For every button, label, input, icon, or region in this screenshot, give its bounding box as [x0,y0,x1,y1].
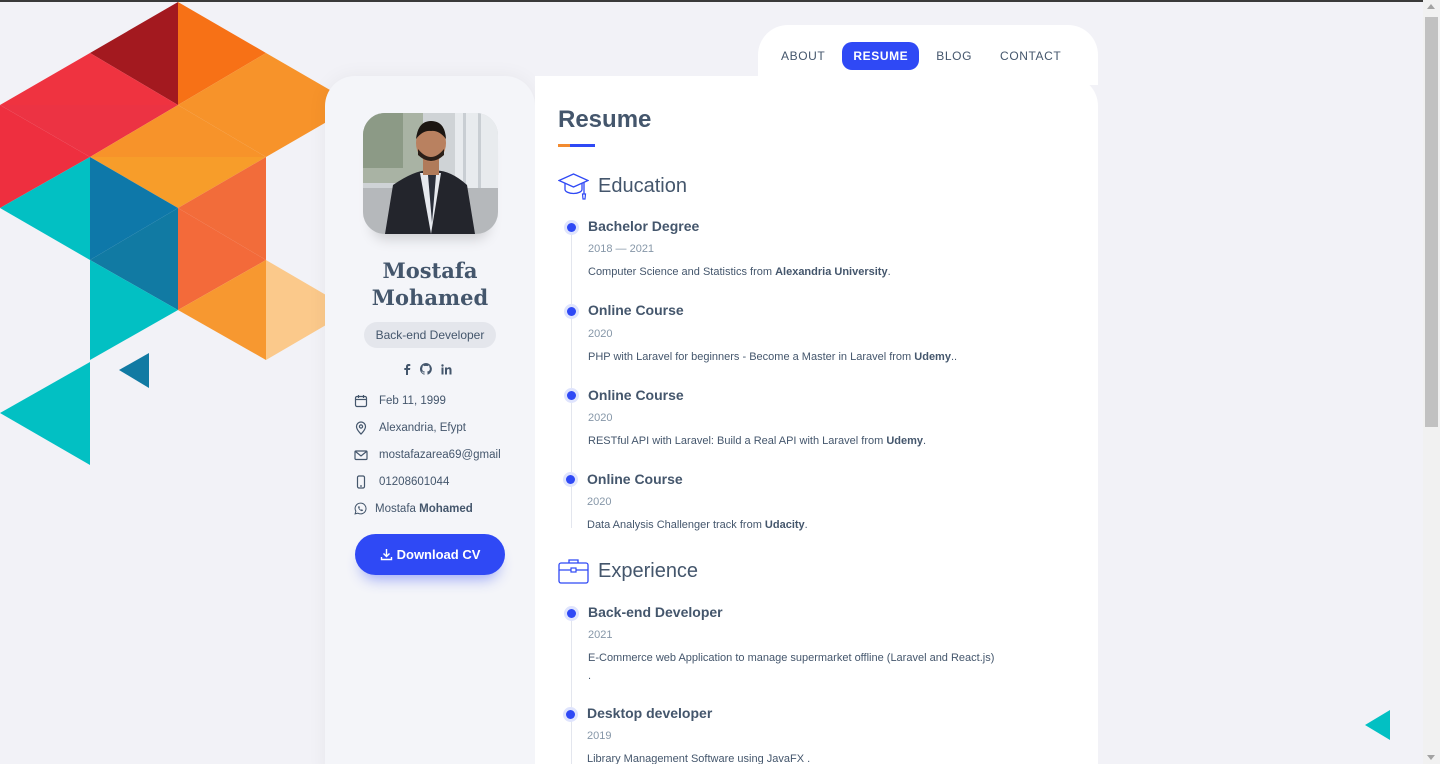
title-underline [558,144,595,147]
scrollbar-thumb[interactable] [1425,17,1438,427]
experience-heading: Experience [558,557,698,585]
experience-heading-text: Experience [598,559,699,582]
download-cv-button[interactable]: Download CV [355,534,505,575]
education-date: 2020 [588,328,613,340]
mail-icon [354,450,368,461]
phone-row: 01208601044 [354,475,449,489]
email-text[interactable]: mostafazarea69@gmail [379,449,501,461]
location-row: Alexandria, Efypt [354,421,466,435]
nav-blog[interactable]: BLOG [925,42,983,70]
education-title: Online Course [588,302,684,318]
experience-timeline-line [571,614,572,764]
scroll-up-arrow-icon[interactable] [1427,4,1435,9]
download-cv-label: Download CV [396,547,481,562]
birthday-text: Feb 11, 1999 [379,395,446,407]
page-scrollbar[interactable] [1423,0,1440,764]
facebook-icon[interactable] [403,363,411,375]
experience-title: Desktop developer [587,705,713,721]
nav-contact[interactable]: CONTACT [989,42,1072,70]
nav-about[interactable]: ABOUT [770,42,836,70]
phone-icon [356,475,366,489]
experience-title: Back-end Developer [588,604,723,620]
github-icon[interactable] [420,363,432,375]
download-icon [380,549,392,561]
timeline-dot [566,475,575,484]
education-date: 2020 [587,496,612,508]
whatsapp-row: Mostafa Mohamed [354,502,473,515]
experience-desc: E-Commerce web Application to manage sup… [588,652,995,682]
avatar [363,113,498,234]
nav-resume[interactable]: RESUME [842,42,920,70]
email-row: mostafazarea69@gmail [354,448,501,462]
graduation-cap-icon [558,173,589,200]
birthday-row: Feb 11, 1999 [354,394,446,408]
triangle-decoration [1365,710,1390,740]
timeline-dot [567,223,576,232]
education-desc: Computer Science and Statistics from Ale… [588,266,891,278]
education-desc: PHP with Laravel for beginners - Become … [588,351,958,363]
location-text: Alexandria, Efypt [379,422,466,434]
geometric-decoration [0,2,330,465]
education-heading-text: Education [598,175,687,197]
main-nav: ABOUT RESUME BLOG CONTACT [770,42,1072,70]
briefcase-icon [558,559,589,584]
role-badge: Back-end Developer [364,322,496,348]
profile-name: Mostafa Mohamed [371,258,489,310]
education-title: Online Course [587,471,683,487]
phone-text[interactable]: 01208601044 [379,476,449,488]
education-desc: RESTful API with Laravel: Build a Real A… [588,435,927,447]
location-pin-icon [355,421,367,435]
linkedin-icon[interactable] [441,363,452,375]
page-title: Resume [558,106,652,133]
experience-date: 2021 [588,629,613,641]
timeline-dot [567,391,576,400]
scroll-down-arrow-icon[interactable] [1427,755,1435,760]
social-links [403,363,452,375]
timeline-dot [567,307,576,316]
education-heading: Education [558,172,687,201]
experience-date: 2019 [587,730,612,742]
timeline-dot [566,710,575,719]
education-title: Online Course [588,387,684,403]
education-title: Bachelor Degree [588,218,700,234]
whatsapp-icon [354,502,367,515]
education-date: 2018 — 2021 [588,243,655,255]
timeline-dot [567,609,576,618]
whatsapp-text[interactable]: Mostafa Mohamed [375,503,473,515]
education-desc: Data Analysis Challenger track from Udac… [587,519,808,531]
education-date: 2020 [588,412,613,424]
experience-desc: Library Management Software using JavaFX… [587,753,811,764]
calendar-icon [354,395,368,408]
